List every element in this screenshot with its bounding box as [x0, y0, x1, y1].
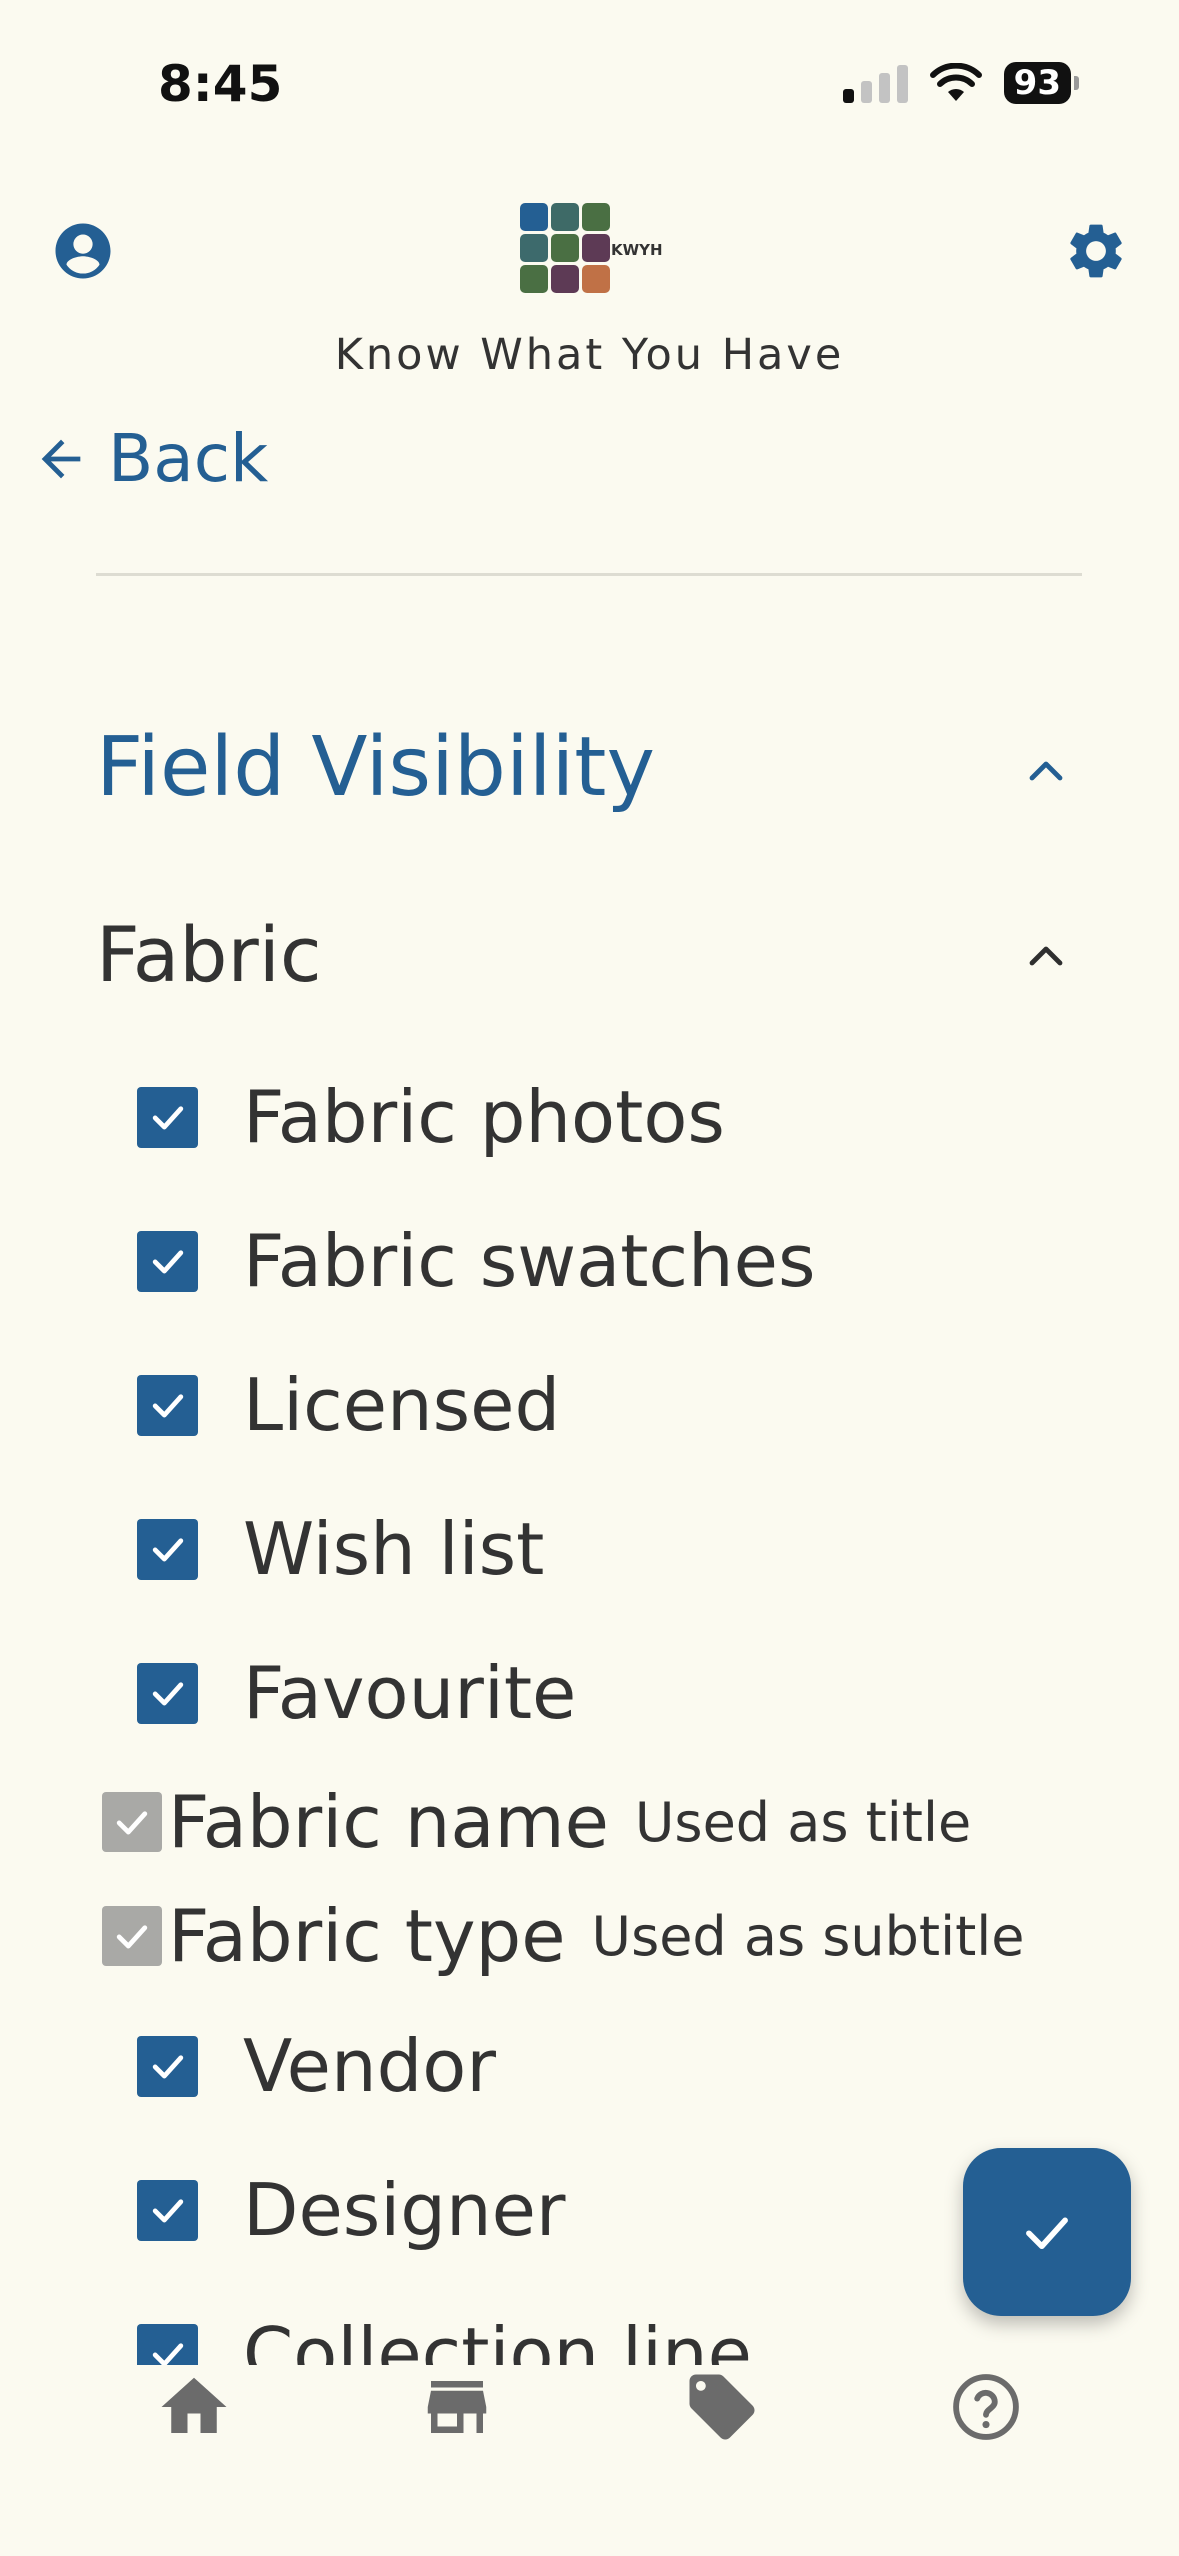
field-checkbox-item[interactable]: Wish list: [137, 1499, 544, 1599]
logo-tile: [551, 265, 579, 293]
checkbox-checked[interactable]: [137, 1374, 198, 1436]
field-label: Wish list: [243, 1507, 545, 1591]
field-checkbox-item[interactable]: Licensed: [137, 1355, 560, 1455]
logo-tile: [551, 234, 579, 262]
fixed-field-item: Fabric type Used as subtitle: [102, 1894, 1024, 1978]
divider: [96, 573, 1082, 576]
logo-text: KWYH: [611, 241, 663, 259]
field-label: Fabric photos: [243, 1075, 725, 1159]
app-screen: 8:45 93 KWYH Know What You Have Back Fie…: [0, 0, 1179, 2556]
app-tagline: Know What You Have: [334, 330, 845, 380]
nav-store-button[interactable]: [415, 2365, 499, 2449]
arrow-back-icon: [41, 439, 81, 478]
logo-tile: [582, 265, 610, 293]
back-label: Back: [108, 420, 269, 497]
field-checkbox-item[interactable]: Fabric swatches: [137, 1211, 815, 1311]
chevron-up-icon[interactable]: [1022, 933, 1070, 981]
home-icon: [161, 2377, 227, 2433]
check-icon: [152, 2199, 183, 2223]
account-circle-icon: [55, 223, 111, 279]
nav-home-button[interactable]: [152, 2365, 236, 2449]
profile-button[interactable]: [50, 218, 116, 284]
logo-grid: [520, 203, 610, 293]
logo-tile: [551, 203, 579, 231]
check-icon: [152, 1106, 183, 1130]
status-bar: 8:45 93: [0, 0, 1179, 150]
field-label: Favourite: [243, 1651, 577, 1735]
store-icon: [427, 2381, 487, 2433]
checkbox-checked[interactable]: [137, 1086, 198, 1148]
fixed-field-note: Used as title: [634, 1790, 972, 1854]
checkbox-checked[interactable]: [137, 1518, 198, 1580]
field-label: Fabric swatches: [243, 1219, 816, 1303]
subsection-title-fabric[interactable]: Fabric: [96, 910, 322, 999]
field-checkbox-item[interactable]: Fabric photos: [137, 1067, 725, 1167]
field-checkbox-item[interactable]: Vendor: [137, 2016, 496, 2116]
status-time: 8:45: [158, 55, 283, 113]
check-icon: [152, 2055, 183, 2079]
cellular-signal-icon: [842, 63, 908, 103]
check-icon: [152, 1250, 183, 1274]
app-logo: KWYH: [520, 203, 670, 295]
fixed-field-label: Fabric type: [168, 1894, 566, 1978]
settings-button[interactable]: [1063, 218, 1129, 284]
field-checkbox-item[interactable]: Favourite: [137, 1643, 576, 1743]
nav-help-button[interactable]: [944, 2365, 1028, 2449]
logo-tile: [582, 203, 610, 231]
logo-tile: [520, 265, 548, 293]
gear-icon: [1070, 224, 1122, 278]
fixed-field-label: Fabric name: [168, 1780, 609, 1864]
check-icon: [152, 1394, 183, 1418]
help-icon: [953, 2374, 1019, 2440]
checkbox-checked[interactable]: [137, 2179, 198, 2241]
check-icon: [116, 1925, 148, 1949]
logo-tile: [520, 234, 548, 262]
check-icon: [1026, 2217, 1068, 2250]
checkbox-disabled: [102, 1906, 162, 1966]
checkbox-checked[interactable]: [137, 2035, 198, 2097]
status-icons: 93: [842, 62, 1079, 104]
check-icon: [152, 1538, 183, 1562]
tag-icon: [689, 2374, 755, 2440]
check-icon: [152, 1682, 183, 1706]
fixed-field-note: Used as subtitle: [591, 1904, 1025, 1968]
checkbox-checked[interactable]: [137, 1230, 198, 1292]
fixed-field-item: Fabric name Used as title: [102, 1780, 971, 1864]
field-label: Licensed: [243, 1363, 561, 1447]
field-label: Vendor: [243, 2024, 496, 2108]
confirm-fab-button[interactable]: [963, 2148, 1131, 2316]
chevron-up-icon[interactable]: [1022, 748, 1070, 796]
battery-icon: 93: [1003, 62, 1079, 104]
check-icon: [116, 1811, 148, 1835]
checkbox-disabled: [102, 1792, 162, 1852]
wifi-icon: [929, 63, 982, 101]
section-title-field-visibility[interactable]: Field Visibility: [96, 720, 655, 815]
battery-level: 93: [1003, 62, 1071, 104]
field-checkbox-item[interactable]: Designer: [137, 2160, 566, 2260]
logo-tile: [520, 203, 548, 231]
field-label: Designer: [243, 2168, 566, 2252]
logo-tile: [582, 234, 610, 262]
bottom-nav: [0, 2365, 1179, 2475]
back-button[interactable]: Back: [32, 420, 268, 497]
nav-tag-button[interactable]: [680, 2365, 764, 2449]
checkbox-checked[interactable]: [137, 1662, 198, 1724]
